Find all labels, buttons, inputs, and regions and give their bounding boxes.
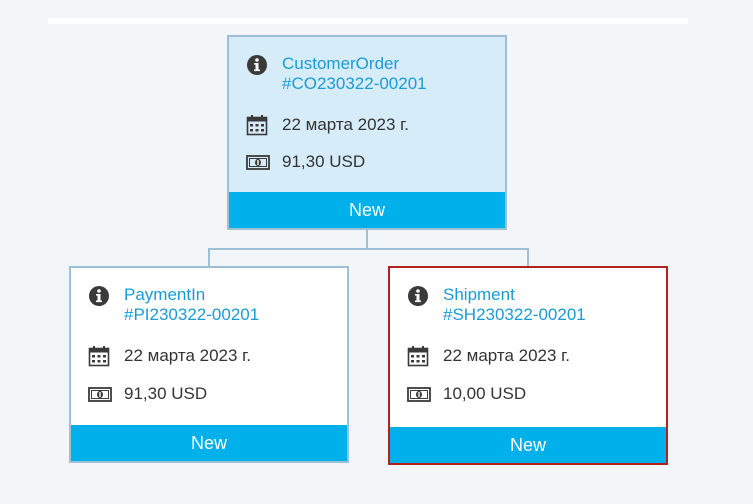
info-icon bbox=[407, 285, 429, 307]
connector-horizontal bbox=[208, 248, 529, 250]
shipment-type-link[interactable]: Shipment bbox=[443, 285, 586, 305]
customer-order-status: New bbox=[229, 192, 505, 228]
customer-order-amount-row: 91,30 USD bbox=[246, 151, 365, 173]
payment-in-card[interactable]: PaymentIn #PI230322-00201 22 марта 2023 … bbox=[69, 266, 349, 463]
customer-order-number-link[interactable]: #CO230322-00201 bbox=[282, 74, 427, 94]
calendar-icon bbox=[407, 345, 429, 367]
payment-in-status: New bbox=[71, 425, 347, 461]
document-flow-diagram: CustomerOrder #CO230322-00201 22 марта 2… bbox=[0, 0, 753, 504]
customer-order-date-row: 22 марта 2023 г. bbox=[246, 114, 409, 136]
payment-in-amount: 91,30 USD bbox=[124, 384, 208, 403]
shipment-date: 22 марта 2023 г. bbox=[443, 346, 571, 365]
payment-in-amount-row: 91,30 USD bbox=[88, 383, 207, 405]
shipment-amount-row: 10,00 USD bbox=[407, 383, 526, 405]
payment-in-date-row: 22 марта 2023 г. bbox=[88, 345, 251, 367]
shipment-status: New bbox=[390, 427, 666, 463]
connector-right-down bbox=[527, 248, 529, 268]
shipment-amount: 10,00 USD bbox=[443, 384, 527, 403]
payment-in-title-row: PaymentIn #PI230322-00201 bbox=[88, 285, 259, 325]
money-icon bbox=[407, 383, 431, 405]
payment-in-number-link[interactable]: #PI230322-00201 bbox=[124, 305, 259, 325]
customer-order-title-row: CustomerOrder #CO230322-00201 bbox=[246, 54, 427, 94]
payment-in-date: 22 марта 2023 г. bbox=[124, 346, 252, 365]
shipment-number-link[interactable]: #SH230322-00201 bbox=[443, 305, 586, 325]
customer-order-type-link[interactable]: CustomerOrder bbox=[282, 54, 427, 74]
customer-order-card[interactable]: CustomerOrder #CO230322-00201 22 марта 2… bbox=[227, 35, 507, 230]
shipment-title-row: Shipment #SH230322-00201 bbox=[407, 285, 586, 325]
connector-left-down bbox=[208, 248, 210, 268]
shipment-card[interactable]: Shipment #SH230322-00201 22 марта 2023 г… bbox=[388, 266, 668, 465]
top-divider bbox=[48, 18, 688, 24]
connector-root-down bbox=[366, 229, 368, 249]
calendar-icon bbox=[88, 345, 110, 367]
money-icon bbox=[246, 151, 270, 173]
shipment-date-row: 22 марта 2023 г. bbox=[407, 345, 570, 367]
info-icon bbox=[246, 54, 268, 76]
info-icon bbox=[88, 285, 110, 307]
customer-order-amount: 91,30 USD bbox=[282, 152, 366, 171]
payment-in-type-link[interactable]: PaymentIn bbox=[124, 285, 259, 305]
money-icon bbox=[88, 383, 112, 405]
customer-order-date: 22 марта 2023 г. bbox=[282, 115, 410, 134]
calendar-icon bbox=[246, 114, 268, 136]
